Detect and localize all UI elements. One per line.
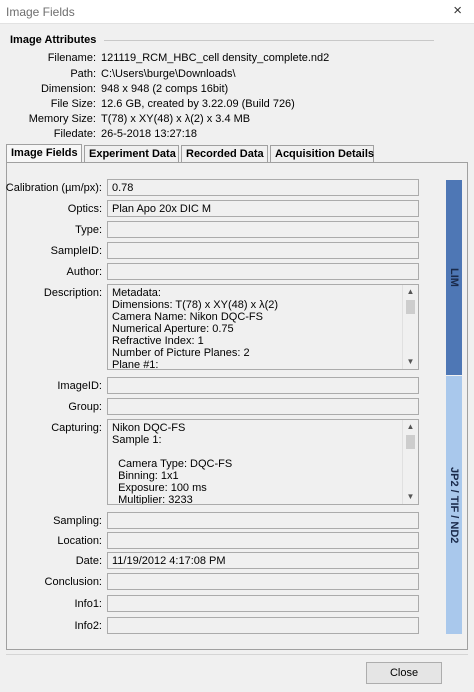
location-label: Location: bbox=[57, 535, 102, 547]
conclusion-input[interactable] bbox=[107, 573, 419, 590]
capturing-textarea[interactable]: Nikon DQC-FS Sample 1: Camera Type: DQC-… bbox=[107, 419, 419, 505]
capturing-label: Capturing: bbox=[51, 422, 102, 434]
scroll-down-icon[interactable]: ▼ bbox=[403, 490, 418, 504]
sampling-input[interactable] bbox=[107, 512, 419, 529]
info1-label: Info1: bbox=[74, 598, 102, 610]
calibration-label: Calibration (µm/px): bbox=[5, 182, 102, 194]
conclusion-label: Conclusion: bbox=[44, 576, 102, 588]
description-scrollbar[interactable]: ▲ ▼ bbox=[402, 285, 418, 369]
scroll-thumb[interactable] bbox=[406, 435, 415, 449]
file-size-value: 12.6 GB, created by 3.22.09 (Build 726) bbox=[101, 98, 295, 110]
side-tab-jp2-label: JP2 / TIF / ND2 bbox=[448, 466, 460, 544]
memory-size-value: T(78) x XY(48) x λ(2) x 3.4 MB bbox=[101, 113, 251, 125]
sampling-label: Sampling: bbox=[53, 515, 102, 527]
description-text: Metadata: Dimensions: T(78) x XY(48) x λ… bbox=[112, 287, 279, 370]
side-tab-lim[interactable]: LIM bbox=[446, 180, 462, 375]
capturing-scrollbar[interactable]: ▲ ▼ bbox=[402, 420, 418, 504]
author-label: Author: bbox=[66, 266, 102, 278]
optics-input[interactable]: Plan Apo 20x DIC M bbox=[107, 200, 419, 217]
close-icon[interactable]: × bbox=[453, 2, 462, 19]
optics-label: Optics: bbox=[67, 203, 102, 215]
tab-experiment-data[interactable]: Experiment Data bbox=[84, 145, 179, 162]
date-input[interactable]: 11/19/2012 4:17:08 PM bbox=[107, 552, 419, 569]
tab-acquisition-details[interactable]: Acquisition Details bbox=[270, 145, 374, 162]
memory-size-label: Memory Size: bbox=[28, 113, 96, 125]
description-label: Description: bbox=[43, 287, 102, 299]
dimension-value: 948 x 948 (2 comps 16bit) bbox=[101, 83, 229, 95]
dimension-label: Dimension: bbox=[40, 83, 96, 95]
close-button[interactable]: Close bbox=[366, 662, 442, 684]
author-input[interactable] bbox=[107, 263, 419, 280]
side-tab-jp2[interactable]: JP2 / TIF / ND2 bbox=[446, 376, 462, 634]
window-title: Image Fields bbox=[6, 5, 75, 19]
file-size-label: File Size: bbox=[50, 98, 96, 110]
description-textarea[interactable]: Metadata: Dimensions: T(78) x XY(48) x λ… bbox=[107, 284, 419, 370]
scroll-up-icon[interactable]: ▲ bbox=[403, 420, 418, 434]
filedate-label: Filedate: bbox=[53, 128, 96, 140]
tab-recorded-data[interactable]: Recorded Data bbox=[181, 145, 268, 162]
filedate-value: 26-5-2018 13:27:18 bbox=[101, 128, 198, 140]
sampleid-label: SampleID: bbox=[50, 245, 102, 257]
type-label: Type: bbox=[75, 224, 102, 236]
scroll-thumb[interactable] bbox=[406, 300, 415, 314]
footer-divider bbox=[6, 654, 468, 655]
imageid-input[interactable] bbox=[107, 377, 419, 394]
scroll-up-icon[interactable]: ▲ bbox=[403, 285, 418, 299]
image-attributes-title: Image Attributes bbox=[10, 34, 97, 46]
path-label: Path: bbox=[70, 68, 96, 80]
info1-input[interactable] bbox=[107, 595, 419, 612]
section-divider bbox=[104, 40, 434, 41]
group-input[interactable] bbox=[107, 398, 419, 415]
capturing-text: Nikon DQC-FS Sample 1: Camera Type: DQC-… bbox=[112, 422, 233, 505]
path-value: C:\Users\burge\Downloads\ bbox=[101, 68, 236, 80]
scroll-down-icon[interactable]: ▼ bbox=[403, 355, 418, 369]
filename-value: 121119_RCM_HBC_cell density_complete.nd2 bbox=[101, 52, 330, 64]
type-input[interactable] bbox=[107, 221, 419, 238]
info2-label: Info2: bbox=[74, 620, 102, 632]
calibration-input[interactable]: 0.78 bbox=[107, 179, 419, 196]
title-bar: Image Fields × bbox=[0, 0, 474, 24]
imageid-label: ImageID: bbox=[57, 380, 102, 392]
group-label: Group: bbox=[68, 401, 102, 413]
side-tab-lim-label: LIM bbox=[448, 268, 460, 287]
date-label: Date: bbox=[75, 555, 102, 567]
info2-input[interactable] bbox=[107, 617, 419, 634]
filename-label: Filename: bbox=[47, 52, 96, 64]
location-input[interactable] bbox=[107, 532, 419, 549]
sampleid-input[interactable] bbox=[107, 242, 419, 259]
tab-image-fields[interactable]: Image Fields bbox=[6, 144, 82, 162]
